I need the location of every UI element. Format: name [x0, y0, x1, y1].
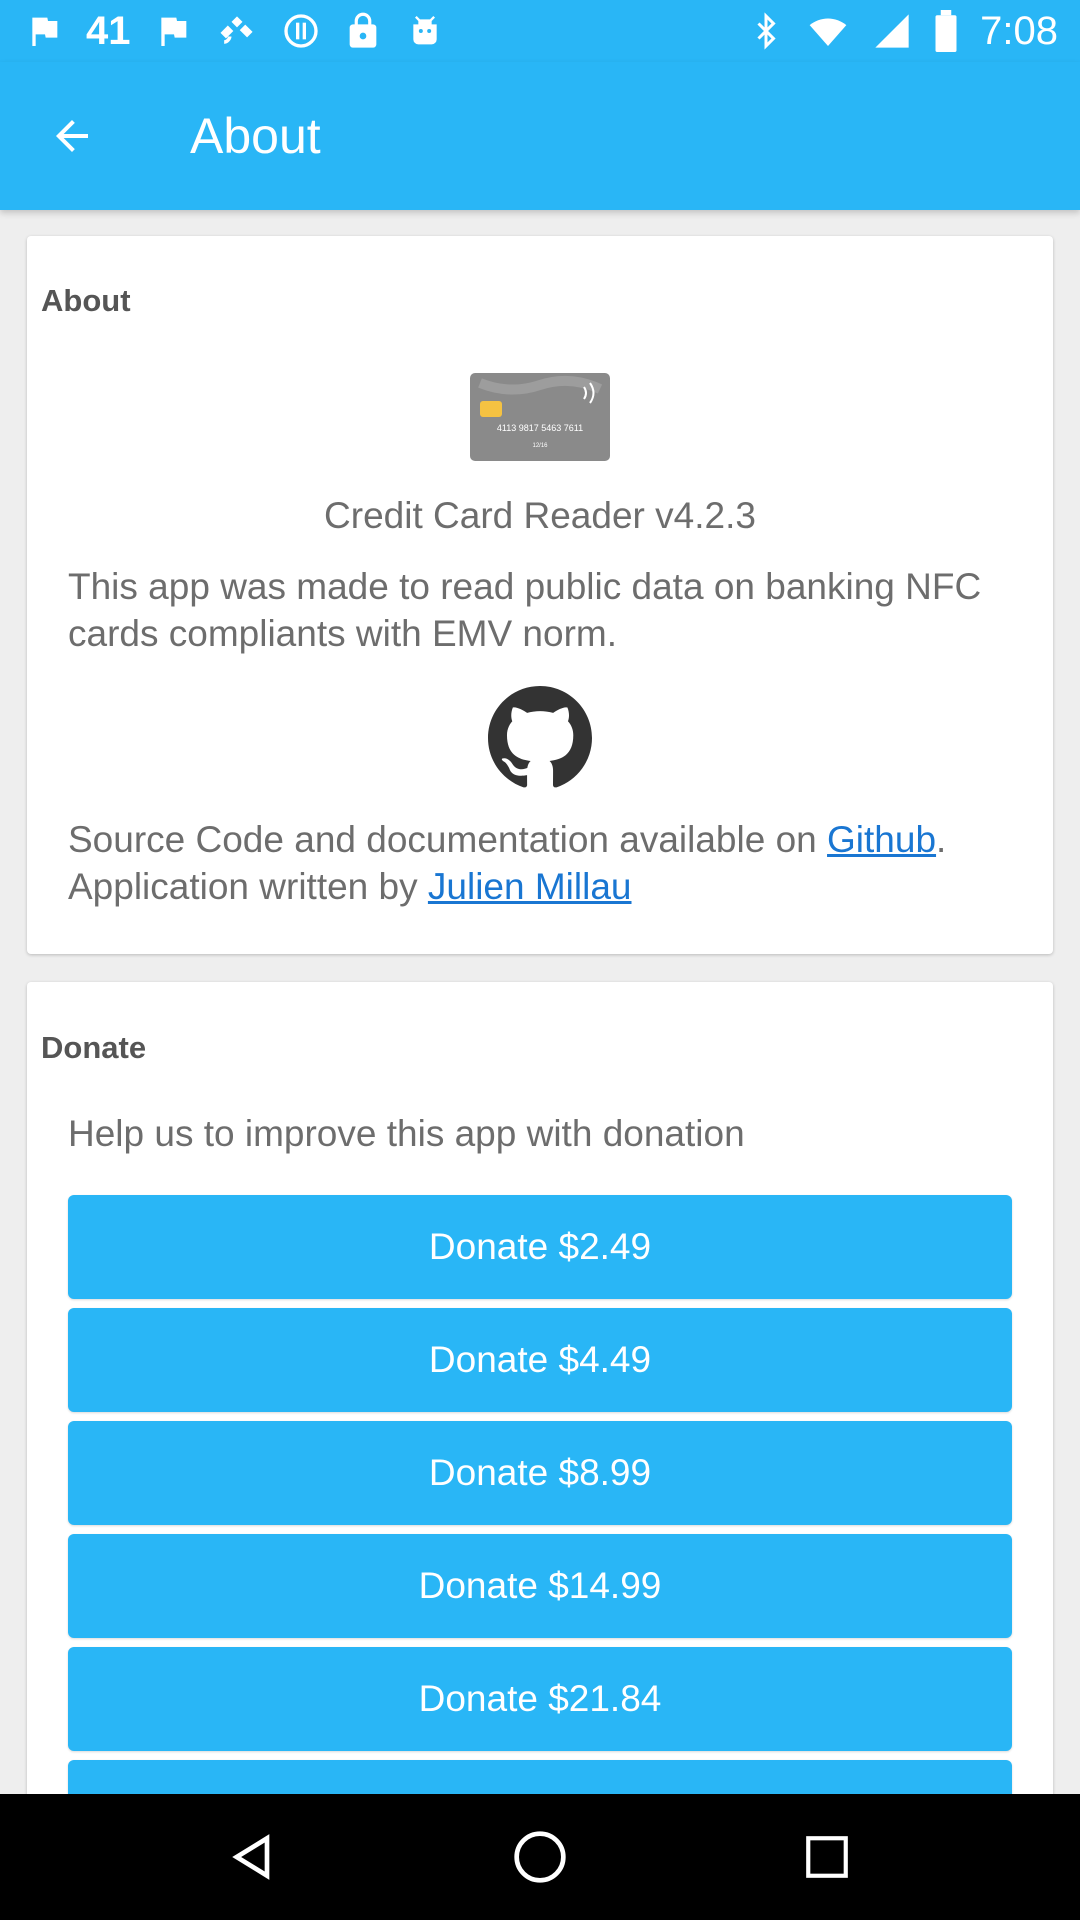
screen: 41 7:08 About About 4113 9817 5463 7611 …	[0, 0, 1080, 1920]
about-heading: About	[41, 283, 131, 318]
card-expiry-text: 12/16	[532, 443, 548, 449]
author-link[interactable]: Julien Millau	[428, 866, 632, 907]
nav-recents-button[interactable]	[787, 1817, 867, 1897]
recents-square-icon	[805, 1836, 848, 1878]
back-button[interactable]	[36, 100, 108, 172]
donate-heading: Donate	[41, 1030, 147, 1065]
back-triangle-icon	[232, 1834, 270, 1880]
donate-button-5[interactable]: Donate $21.84	[68, 1647, 1012, 1751]
home-circle-icon	[514, 1831, 566, 1883]
satellite-icon	[220, 16, 253, 44]
bluetooth-icon	[757, 12, 776, 50]
app-version: Credit Card Reader v4.2.3	[324, 495, 756, 536]
android-icon	[412, 16, 437, 45]
lock-icon	[349, 12, 376, 48]
signal-icon	[875, 14, 909, 48]
navigation-bar	[0, 1794, 1080, 1920]
notification-count: 41	[86, 8, 131, 53]
wifi-icon	[809, 18, 847, 46]
card-number-text: 4113 9817 5463 7611	[497, 423, 583, 433]
status-bar: 41 7:08	[0, 0, 1080, 62]
github-link[interactable]: Github	[827, 819, 936, 860]
status-time: 7:08	[980, 8, 1058, 53]
status-right: 7:08	[748, 9, 1058, 54]
flag-icon	[32, 17, 58, 46]
info-circle-icon	[283, 14, 318, 48]
donate-button-3[interactable]: Donate $8.99	[68, 1421, 1012, 1525]
donate-help-text: Help us to improve this app with donatio…	[68, 1113, 745, 1154]
author-prefix: Application written by	[68, 866, 428, 907]
source-suffix: .	[936, 819, 947, 860]
nav-back-button[interactable]	[213, 1817, 293, 1897]
github-icon[interactable]	[488, 686, 592, 790]
arrow-back-icon	[56, 120, 88, 152]
app-description: This app was made to read public data on…	[68, 566, 982, 654]
app-bar: About	[0, 62, 1080, 210]
battery-icon	[935, 10, 957, 52]
source-text: Source Code and documentation available …	[68, 816, 1048, 910]
status-left: 41	[24, 9, 445, 54]
page-title: About	[190, 108, 321, 164]
source-prefix: Source Code and documentation available …	[68, 819, 828, 860]
donate-button-4[interactable]: Donate $14.99	[68, 1534, 1012, 1638]
donate-button-2[interactable]: Donate $4.49	[68, 1308, 1012, 1412]
flag-icon	[160, 17, 186, 46]
credit-card-image: 4113 9817 5463 7611 12/16	[470, 373, 610, 461]
nav-home-button[interactable]	[500, 1817, 580, 1897]
donate-button-1[interactable]: Donate $2.49	[68, 1195, 1012, 1299]
